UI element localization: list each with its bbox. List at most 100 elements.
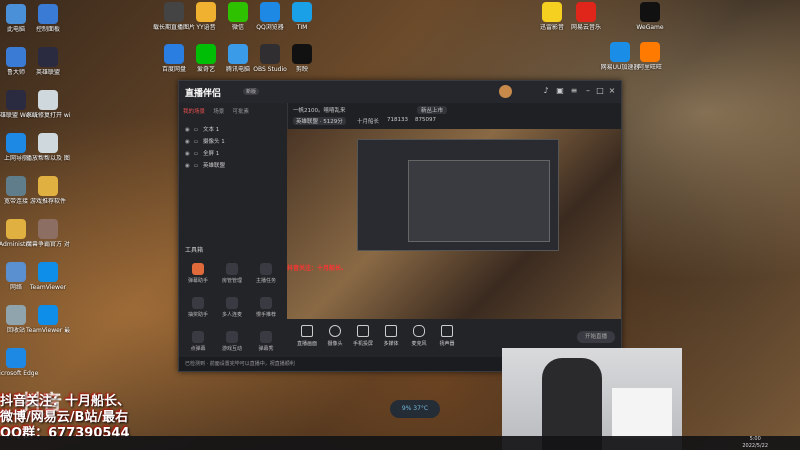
performance-widget[interactable]: 9% 37°C <box>390 400 440 418</box>
desktop-shortcut[interactable]: TIM <box>280 2 324 31</box>
comment-icon <box>192 331 204 343</box>
tool-recommend[interactable]: 慢手推荐 <box>249 297 283 318</box>
lock-icon[interactable]: ▫ <box>194 163 200 169</box>
mic-icon <box>226 297 238 309</box>
desktop-shortcut[interactable]: 魔兽争霸官方 对战平台 <box>26 219 70 248</box>
phone-cast-button[interactable]: 手机投屏 <box>349 325 377 347</box>
scene-button[interactable]: 直播画面 <box>293 325 321 347</box>
menu-icon[interactable]: ≡ <box>569 86 579 96</box>
desktop-shortcut[interactable]: 英雄联盟 <box>26 47 70 76</box>
media-button[interactable]: 多媒体 <box>377 325 405 347</box>
wechat-icon <box>228 2 248 22</box>
teamviewer-icon <box>38 305 58 325</box>
eye-icon[interactable]: ◉ <box>185 163 191 169</box>
game-icon <box>38 219 58 239</box>
taskbar: 5:00 2022/5/22 <box>0 436 800 450</box>
app-logo: 直播伴侣 <box>185 89 222 99</box>
maximize-icon[interactable]: □ <box>595 86 605 96</box>
desktop-shortcut[interactable]: 播放帮帮以及 图程 <box>26 133 70 162</box>
user-avatar[interactable] <box>499 85 512 98</box>
room-id: 718133 <box>387 117 408 123</box>
start-live-button[interactable]: 开始直播 <box>577 331 615 343</box>
lock-icon[interactable]: ▫ <box>194 139 200 145</box>
desktop-shortcut[interactable]: TeamViewer <box>26 262 70 291</box>
lock-icon[interactable]: ▫ <box>194 127 200 133</box>
desktop-shortcut-label: 英雄联盟 <box>35 69 60 76</box>
desktop-shortcut[interactable]: Microsoft Edge <box>0 348 38 377</box>
desktop-shortcut[interactable]: TeamViewer 最新版本安装 <box>26 305 70 334</box>
viewer-count: 875097 <box>415 117 436 123</box>
upload-button[interactable]: 新丛上市 <box>417 106 448 114</box>
microphone-button[interactable]: 麦克风 <box>405 325 433 347</box>
tool-lottery[interactable]: 抽奖助手 <box>181 297 215 318</box>
lol-icon <box>38 47 58 67</box>
room-title[interactable]: 一帆2100。嘻嘻乱来 <box>293 106 346 114</box>
lol-icon <box>6 90 26 110</box>
show-icon <box>260 331 272 343</box>
app-icon <box>640 42 660 62</box>
desktop-shortcut[interactable]: 系统修复打开 windows D... <box>26 90 70 119</box>
source-item[interactable]: ◉ ▫ 文本 1 <box>185 125 281 135</box>
tool-game-interact[interactable]: 游戏互动 <box>215 331 249 352</box>
stream-watermark: 抖音关注：十月船长、 微博/网易云/B站/最右 QQ群：677390544 <box>0 394 220 442</box>
desktop-shortcut[interactable]: 游戏推荐软件 <box>26 176 70 205</box>
desktop-shortcut-label: Microsoft Edge <box>0 370 38 377</box>
source-item[interactable]: ◉ ▫ 全屏 1 <box>185 149 281 159</box>
tool-room-admin[interactable]: 房管管理 <box>215 263 249 284</box>
fans-label: 十月船长 <box>357 119 380 125</box>
screen-icon <box>301 325 313 337</box>
category-tag[interactable]: 英雄联盟 · 5129分 <box>293 117 346 125</box>
watermark-line: 抖音关注：十月船长、 <box>0 394 131 409</box>
desktop-shortcut[interactable]: 阿里旺旺 <box>628 42 672 71</box>
desktop-shortcut[interactable]: 网易云音乐 <box>564 2 608 31</box>
camera-button[interactable]: 摄像头 <box>321 325 349 347</box>
folder-icon <box>38 176 58 196</box>
minimize-icon[interactable]: – <box>583 86 593 96</box>
desktop-shortcut[interactable]: 控制面板 <box>26 4 70 33</box>
desktop-shortcut-label: 魔兽争霸官方 对战平台 <box>26 241 70 248</box>
desktop-shortcut-label: 网易云音乐 <box>570 24 601 31</box>
lottery-icon <box>192 297 204 309</box>
tab-scenes[interactable]: 场景 <box>213 107 224 115</box>
tool-streamer-tasks[interactable]: 主播任务 <box>249 263 283 284</box>
wegame-icon <box>640 2 660 22</box>
lock-icon[interactable]: ▫ <box>194 151 200 157</box>
desktop-shortcut-label: 播放帮帮以及 图程 <box>26 155 70 162</box>
tool-danmaku-helper[interactable]: 弹幕助手 <box>181 263 215 284</box>
scene-tabs: 我的场景 场景 可批素 <box>183 107 255 119</box>
system-clock[interactable]: 5:00 2022/5/22 <box>742 436 768 450</box>
scene-panel: 我的场景 场景 可批素 ◉ ▫ 文本 1 ◉ ▫ 摄像头 1 ◉ ▫ 全屏 1 ◉ ▫ 英雄联盟… <box>179 103 288 371</box>
baidu-icon <box>164 44 184 64</box>
eye-icon[interactable]: ◉ <box>185 139 191 145</box>
webcam-overlay <box>502 348 682 450</box>
tab-materials[interactable]: 可批素 <box>233 107 250 115</box>
tool-danmaku-show[interactable]: 弹幕秀 <box>249 331 283 352</box>
desktop-shortcut[interactable]: 剪映 <box>280 44 324 73</box>
tool-danmaku[interactable]: 点弹幕 <box>181 331 215 352</box>
source-item[interactable]: ◉ ▫ 摄像头 1 <box>185 137 281 147</box>
desktop-shortcut-label: 游戏推荐软件 <box>29 198 66 205</box>
tool-multi-mic[interactable]: 多人连麦 <box>215 297 249 318</box>
source-label: 文本 1 <box>203 127 220 133</box>
gift-icon[interactable]: ▣ <box>555 86 565 96</box>
file-icon <box>38 90 58 110</box>
version-badge[interactable]: 新版 <box>243 88 260 95</box>
teamviewer-icon <box>38 262 58 282</box>
app-icon <box>228 44 248 64</box>
desktop-shortcut[interactable]: WeGame <box>628 2 672 31</box>
bell-icon[interactable]: ♪ <box>541 86 551 96</box>
tab-my-scenes[interactable]: 我的场景 <box>183 107 205 115</box>
speaker-button[interactable]: 扬声器 <box>433 325 461 347</box>
source-label: 英雄联盟 <box>203 163 226 169</box>
close-icon[interactable]: × <box>607 86 617 96</box>
stream-preview[interactable]: 抖音关注：十月船长、 <box>287 129 621 319</box>
app-icon <box>542 2 562 22</box>
source-item[interactable]: ◉ ▫ 英雄联盟 <box>185 161 281 171</box>
source-label: 全屏 1 <box>203 151 220 157</box>
eye-icon[interactable]: ◉ <box>185 127 191 133</box>
iqiyi-icon <box>196 44 216 64</box>
desktop-shortcut-label: 控制面板 <box>35 26 60 33</box>
eye-icon[interactable]: ◉ <box>185 151 191 157</box>
user-icon <box>226 263 238 275</box>
desktop-shortcut-label: TeamViewer 最新版本安装 <box>26 327 70 334</box>
